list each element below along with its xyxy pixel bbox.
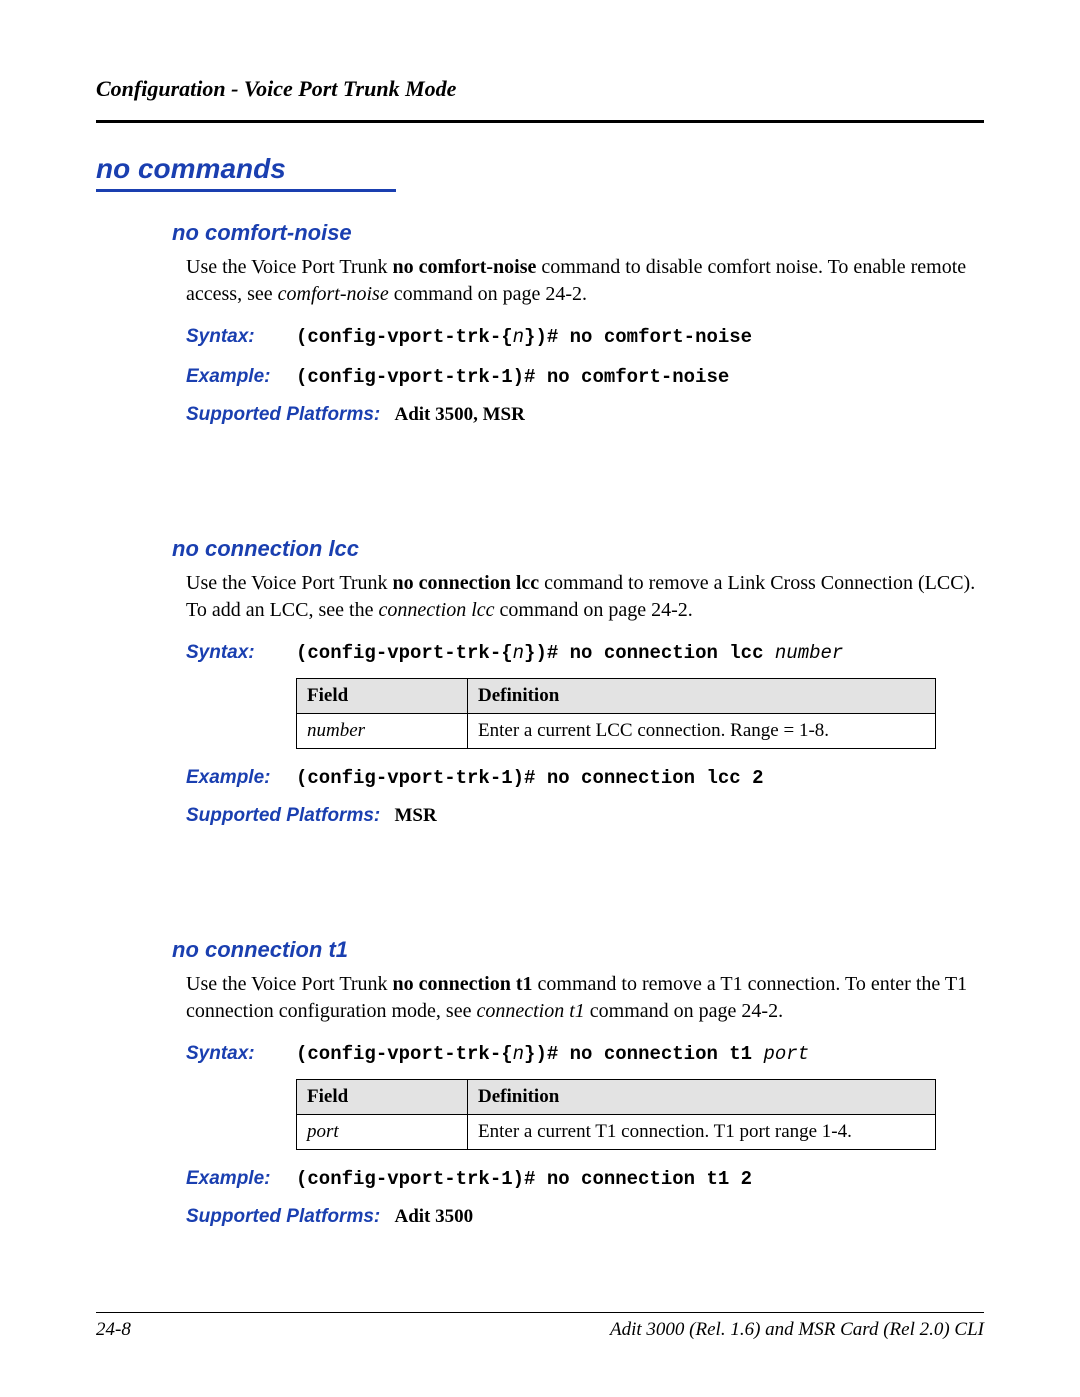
cell-field: number (297, 714, 468, 749)
header-rule (96, 120, 984, 123)
col-field: Field (297, 679, 468, 714)
section-no-connection-lcc: no connection lcc Use the Voice Port Tru… (186, 536, 984, 827)
field-definition-table: Field Definition number Enter a current … (296, 678, 936, 749)
syntax-row: Syntax: (config-vport-trk-{n})# no conne… (186, 642, 984, 664)
page-footer: 24-8 Adit 3000 (Rel. 1.6) and MSR Card (… (96, 1312, 984, 1341)
platforms-value: Adit 3500, MSR (394, 404, 524, 425)
running-header: Configuration - Voice Port Trunk Mode (96, 76, 984, 102)
table-header-row: Field Definition (297, 1080, 936, 1115)
table-header-row: Field Definition (297, 679, 936, 714)
syntax-value: (config-vport-trk-{n})# no connection lc… (296, 642, 843, 664)
section-no-comfort-noise: no comfort-noise Use the Voice Port Trun… (186, 220, 984, 426)
platforms-row: Supported Platforms: Adit 3500 (186, 1206, 984, 1228)
syntax-value: (config-vport-trk-{n})# no comfort-noise (296, 326, 752, 348)
section-title: no comfort-noise (172, 220, 984, 246)
table-row: number Enter a current LCC connection. R… (297, 714, 936, 749)
example-value: (config-vport-trk-1)# no comfort-noise (296, 366, 729, 388)
col-definition: Definition (468, 1080, 936, 1115)
footer-rule (96, 1312, 984, 1313)
example-value: (config-vport-trk-1)# no connection t1 2 (296, 1168, 752, 1190)
syntax-row: Syntax: (config-vport-trk-{n})# no conne… (186, 1043, 984, 1065)
platforms-value: Adit 3500 (394, 1206, 473, 1227)
syntax-value: (config-vport-trk-{n})# no connection t1… (296, 1043, 809, 1065)
syntax-row: Syntax: (config-vport-trk-{n})# no comfo… (186, 326, 984, 348)
table-row: port Enter a current T1 connection. T1 p… (297, 1115, 936, 1150)
example-label: Example: (186, 366, 296, 388)
cell-field: port (297, 1115, 468, 1150)
section-description: Use the Voice Port Trunk no connection t… (186, 971, 984, 1025)
doc-title: Adit 3000 (Rel. 1.6) and MSR Card (Rel 2… (610, 1319, 984, 1341)
cell-definition: Enter a current LCC connection. Range = … (468, 714, 936, 749)
field-definition-table: Field Definition port Enter a current T1… (296, 1079, 936, 1150)
example-label: Example: (186, 1168, 296, 1190)
col-definition: Definition (468, 679, 936, 714)
section-title: no connection lcc (172, 536, 984, 562)
example-label: Example: (186, 767, 296, 789)
platforms-label: Supported Platforms: (186, 1206, 380, 1227)
example-row: Example: (config-vport-trk-1)# no comfor… (186, 366, 984, 388)
section-title: no connection t1 (172, 937, 984, 963)
platforms-label: Supported Platforms: (186, 805, 380, 826)
syntax-label: Syntax: (186, 1043, 296, 1065)
platforms-row: Supported Platforms: Adit 3500, MSR (186, 404, 984, 426)
platforms-value: MSR (394, 805, 436, 826)
platforms-row: Supported Platforms: MSR (186, 805, 984, 827)
section-description: Use the Voice Port Trunk no connection l… (186, 570, 984, 624)
example-row: Example: (config-vport-trk-1)# no connec… (186, 1168, 984, 1190)
page-number: 24-8 (96, 1319, 131, 1341)
example-row: Example: (config-vport-trk-1)# no connec… (186, 767, 984, 789)
col-field: Field (297, 1080, 468, 1115)
syntax-label: Syntax: (186, 326, 296, 348)
platforms-label: Supported Platforms: (186, 404, 380, 425)
example-value: (config-vport-trk-1)# no connection lcc … (296, 767, 763, 789)
page-heading: no commands (96, 147, 396, 192)
cell-definition: Enter a current T1 connection. T1 port r… (468, 1115, 936, 1150)
section-description: Use the Voice Port Trunk no comfort-nois… (186, 254, 984, 308)
section-no-connection-t1: no connection t1 Use the Voice Port Trun… (186, 937, 984, 1228)
syntax-label: Syntax: (186, 642, 296, 664)
